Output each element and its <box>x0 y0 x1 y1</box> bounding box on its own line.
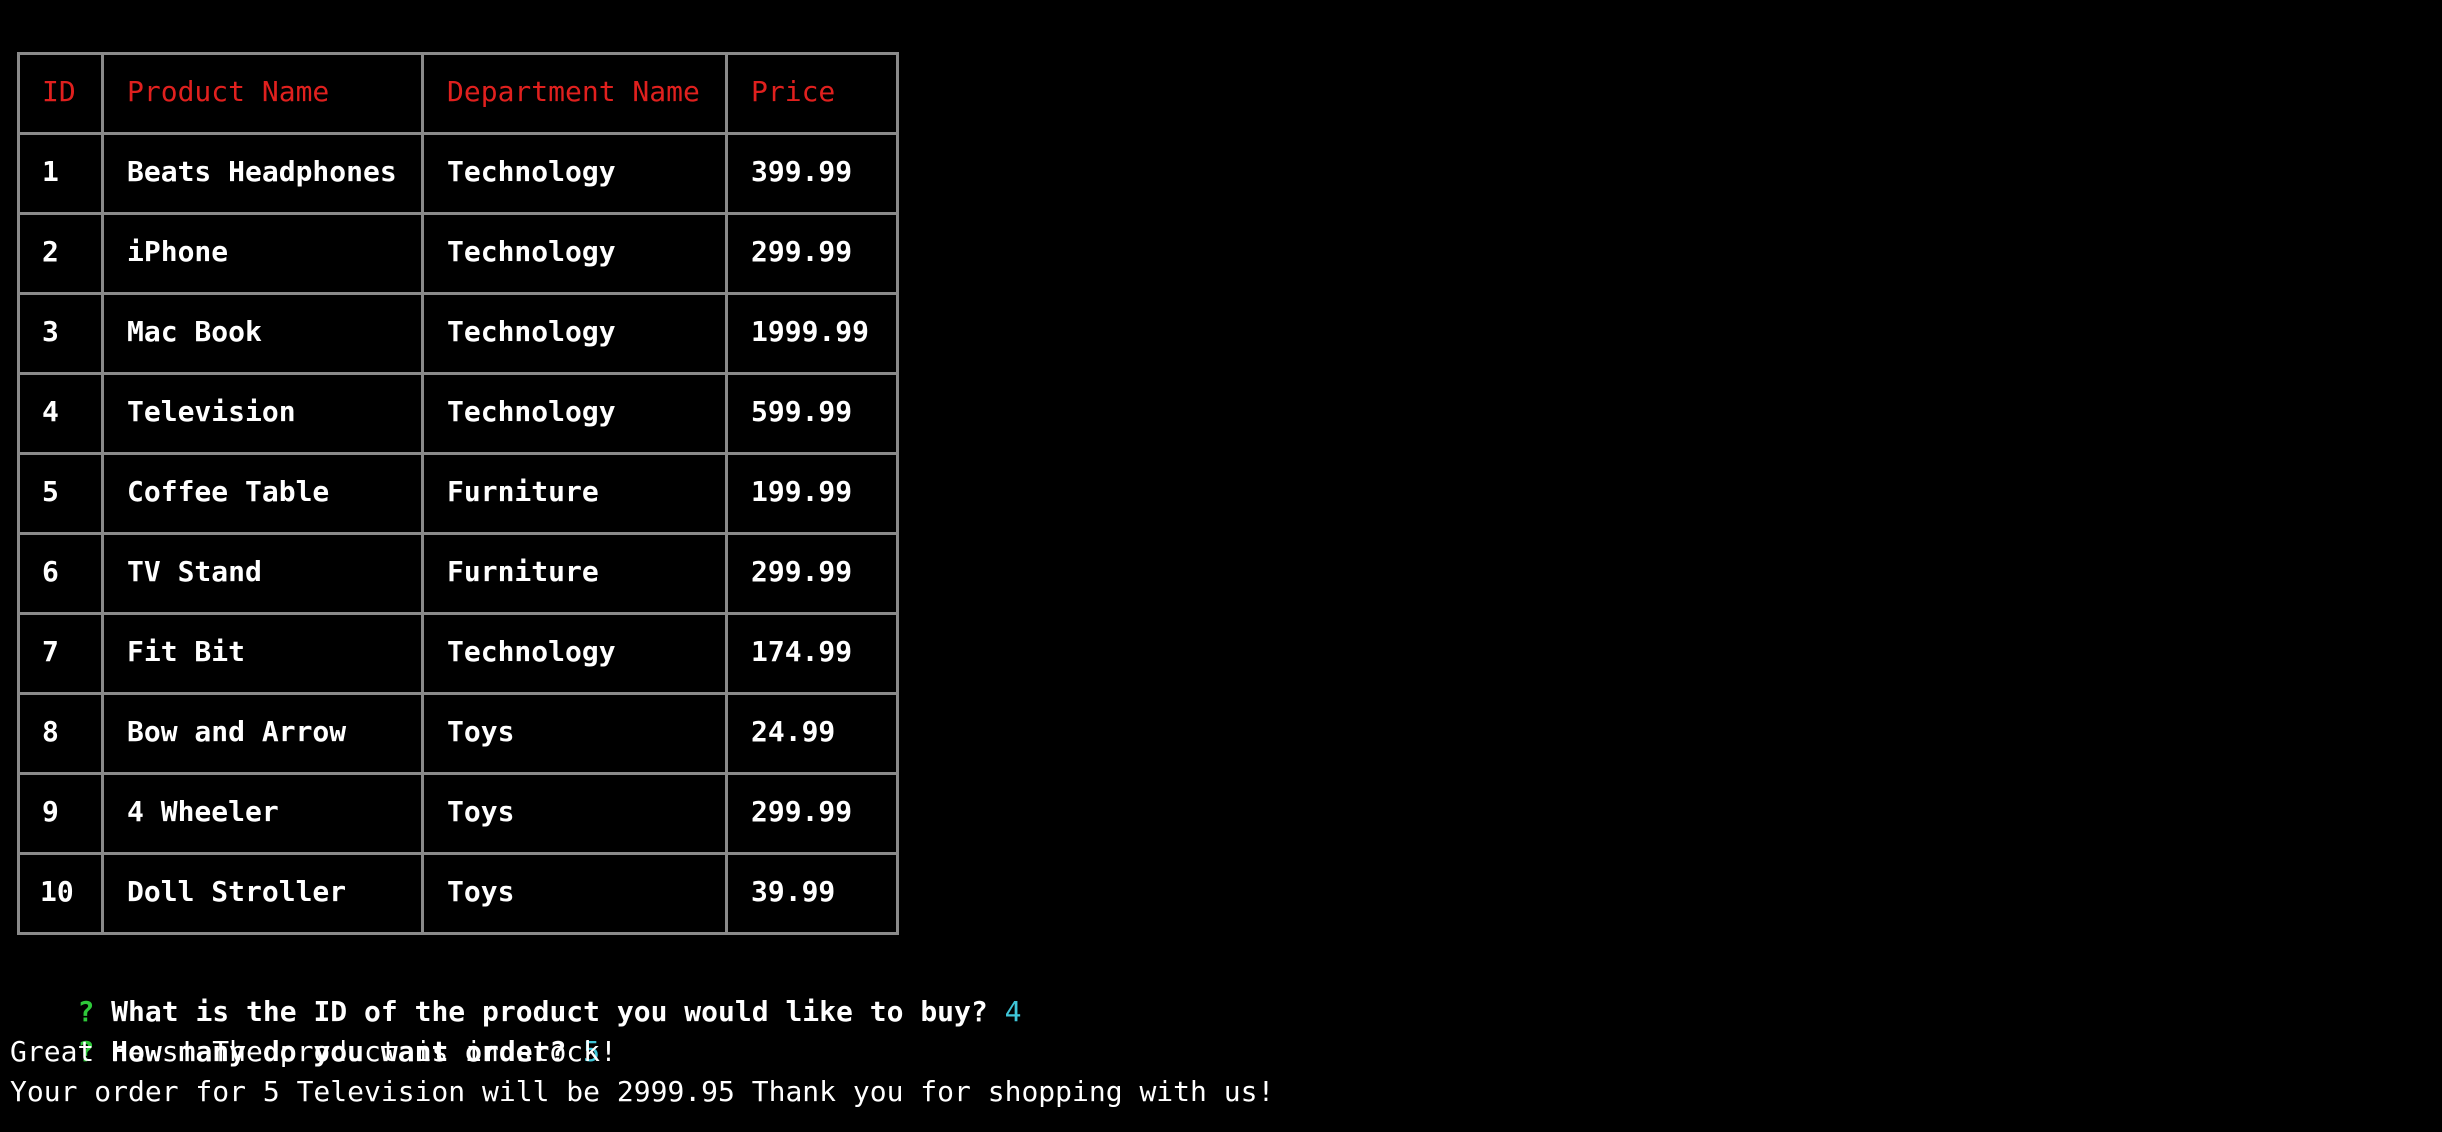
table-cell: Toys <box>447 795 515 828</box>
table-cell: 1999.99 <box>751 315 870 348</box>
table-cell: Coffee Table <box>127 475 330 508</box>
table-header-cell: Department Name <box>447 75 700 108</box>
table-cell: TV Stand <box>127 555 262 588</box>
table-column-divider <box>725 52 728 935</box>
table-cell: Toys <box>447 875 515 908</box>
table-cell: 9 <box>42 795 59 828</box>
table-column-divider <box>17 52 20 935</box>
table-cell: Fit Bit <box>127 635 246 668</box>
table-row-divider <box>17 52 899 55</box>
table-header-cell: Price <box>751 75 836 108</box>
table-row-divider <box>17 852 899 855</box>
table-cell: Technology <box>447 235 616 268</box>
prompt-quantity: ? How many do you want order? 5 <box>10 992 600 1068</box>
table-row-divider <box>17 372 899 375</box>
table-row-divider <box>17 692 899 695</box>
table-cell: 4 Wheeler <box>127 795 279 828</box>
table-cell: 39.99 <box>751 875 836 908</box>
table-cell: 7 <box>42 635 59 668</box>
table-cell: 299.99 <box>751 555 853 588</box>
output-order-message: Your order for 5 Television will be 2999… <box>10 1075 1275 1108</box>
table-cell: iPhone <box>127 235 229 268</box>
prompt-answer: 4 <box>1004 995 1022 1028</box>
table-cell: 1 <box>42 155 59 188</box>
table-cell: Doll Stroller <box>127 875 347 908</box>
table-cell: 299.99 <box>751 795 853 828</box>
table-cell: 6 <box>42 555 59 588</box>
table-row-divider <box>17 772 899 775</box>
table-cell: 3 <box>42 315 59 348</box>
table-cell: Furniture <box>447 555 599 588</box>
table-row-divider <box>17 132 899 135</box>
table-cell: 199.99 <box>751 475 853 508</box>
table-cell: 5 <box>42 475 59 508</box>
table-row-divider <box>17 452 899 455</box>
table-row-divider <box>17 292 899 295</box>
table-cell: 2 <box>42 235 59 268</box>
table-cell: Beats Headphones <box>127 155 397 188</box>
table-cell: Mac Book <box>127 315 262 348</box>
table-cell: Toys <box>447 715 515 748</box>
table-cell: 24.99 <box>751 715 836 748</box>
table-cell: 10 <box>40 875 74 908</box>
table-cell: Television <box>127 395 296 428</box>
table-cell: Technology <box>447 635 616 668</box>
table-column-divider <box>421 52 424 935</box>
table-row-divider <box>17 932 899 935</box>
table-row-divider <box>17 612 899 615</box>
table-cell: 399.99 <box>751 155 853 188</box>
table-cell: Technology <box>447 395 616 428</box>
table-cell: Technology <box>447 155 616 188</box>
prompt-product-id: ? What is the ID of the product you woul… <box>10 952 1021 1028</box>
table-cell: 299.99 <box>751 235 853 268</box>
table-cell: 599.99 <box>751 395 853 428</box>
terminal-window: ID Product Name Department Name Price 1 Beats… <box>0 0 2442 1132</box>
table-cell: Technology <box>447 315 616 348</box>
table-column-divider <box>101 52 104 935</box>
table-row-divider <box>17 532 899 535</box>
table-cell: 4 <box>42 395 59 428</box>
table-column-divider <box>896 52 899 935</box>
table-cell: 8 <box>42 715 59 748</box>
output-stock-message: Great news! The product is in stock! <box>10 1035 617 1068</box>
table-header-cell: ID <box>42 75 76 108</box>
table-cell: Bow and Arrow <box>127 715 347 748</box>
table-cell: 174.99 <box>751 635 853 668</box>
table-row-divider <box>17 212 899 215</box>
table-header-cell: Product Name <box>127 75 330 108</box>
table-cell: Furniture <box>447 475 599 508</box>
